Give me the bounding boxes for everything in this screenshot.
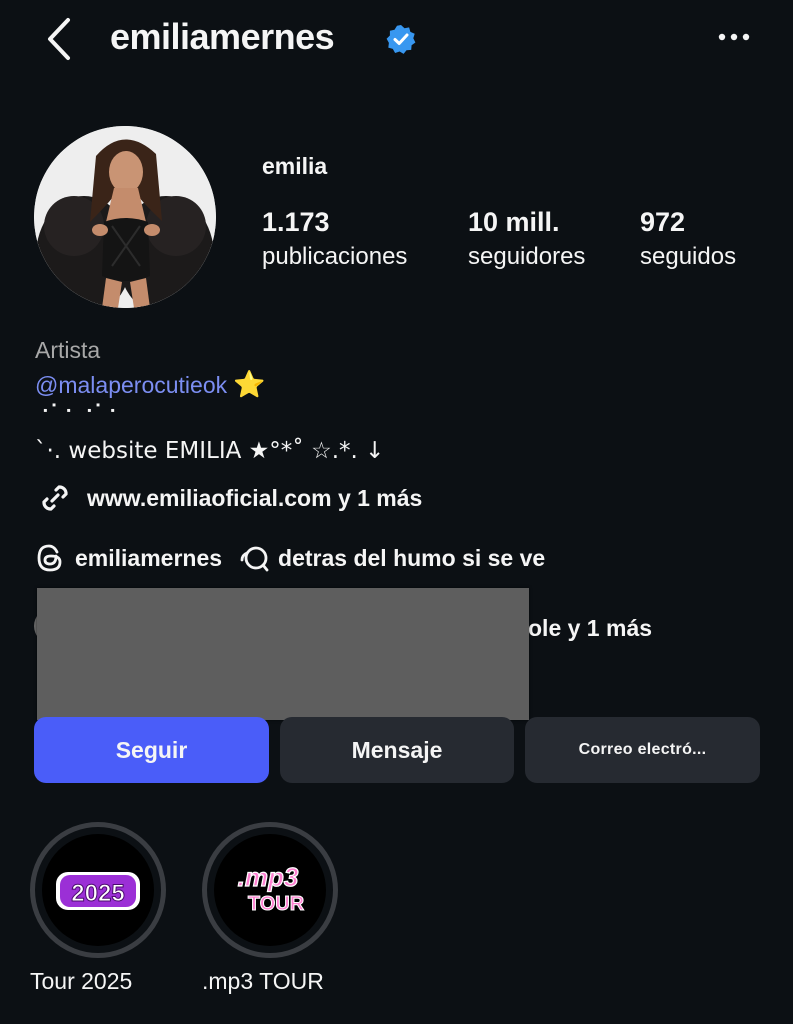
highlight-cover-text: 2025 (71, 880, 124, 907)
threads-note-link[interactable]: detras del humo si se ve (238, 542, 545, 574)
highlight-ring: .mp3 TOUR (202, 822, 338, 958)
stat-following-count: 972 (640, 207, 686, 237)
follow-button[interactable]: Seguir (34, 717, 269, 783)
highlight-cover: .mp3 TOUR (214, 834, 326, 946)
stat-posts-label: publicaciones (262, 243, 408, 270)
chat-bubble-icon (240, 546, 269, 572)
profile-category: Artista (35, 337, 101, 363)
link-icon (42, 485, 68, 511)
profile-display-name: emilia (262, 153, 328, 179)
star-emoji: ⭐ (233, 369, 266, 399)
highlight-cover-text-bottom: TOUR (248, 893, 305, 915)
bio-mention-line: @malaperocutieok ⭐ (35, 369, 265, 400)
bio-line-website: `·. website EMILIA ★°*˚ ☆.*. ↓ (35, 438, 385, 464)
bio-line-decor: ⠐⠁⠂⠐⠁⠂ (35, 400, 123, 424)
stat-following[interactable]: 972 seguidos (640, 206, 736, 272)
more-options-button[interactable] (712, 20, 756, 54)
external-link[interactable]: www.emiliaoficial.com y 1 más (35, 478, 422, 518)
redaction-box (37, 588, 529, 720)
stat-followers-label: seguidores (468, 243, 586, 270)
back-button[interactable] (40, 14, 80, 64)
external-link-text: www.emiliaoficial.com y 1 más (87, 485, 423, 511)
highlight-label: .mp3 TOUR (202, 968, 324, 994)
threads-icon (37, 544, 62, 572)
stat-posts: 1.173 publicaciones (262, 206, 407, 272)
stat-posts-count: 1.173 (262, 207, 330, 237)
more-horizontal-icon (718, 33, 750, 41)
highlight-cover-text-top: .mp3 (238, 862, 299, 892)
email-button[interactable]: Correo electró... (525, 717, 760, 783)
threads-handle: emiliamernes (75, 544, 223, 571)
highlight-tour-2025[interactable]: 2025 Tour 2025 (30, 822, 166, 996)
message-button[interactable]: Mensaje (280, 717, 514, 783)
stat-following-label: seguidos (640, 243, 737, 270)
highlight-mp3-tour[interactable]: .mp3 TOUR .mp3 TOUR (202, 822, 338, 996)
verified-badge-icon (386, 24, 416, 54)
stat-followers-count: 10 mill. (468, 207, 560, 237)
profile-username: emiliamernes (110, 16, 335, 57)
followed-by-more: y 1 más (567, 615, 653, 641)
profile-avatar[interactable] (34, 126, 216, 308)
threads-row: emiliamernes detras del humo si se ve (35, 540, 545, 576)
highlight-label: Tour 2025 (30, 968, 133, 994)
chevron-left-icon (48, 18, 70, 60)
highlight-cover: 2025 (42, 834, 154, 946)
stat-followers[interactable]: 10 mill. seguidores (468, 206, 585, 272)
threads-note-text: detras del humo si se ve (278, 544, 546, 571)
bio-mention-link[interactable]: @malaperocutieok (35, 372, 227, 398)
highlight-ring: 2025 (30, 822, 166, 958)
followed-by-text: ole y 1 más (528, 614, 652, 642)
followed-by-name-fragment: ole (528, 615, 562, 641)
threads-profile-link[interactable]: emiliamernes (35, 543, 222, 573)
